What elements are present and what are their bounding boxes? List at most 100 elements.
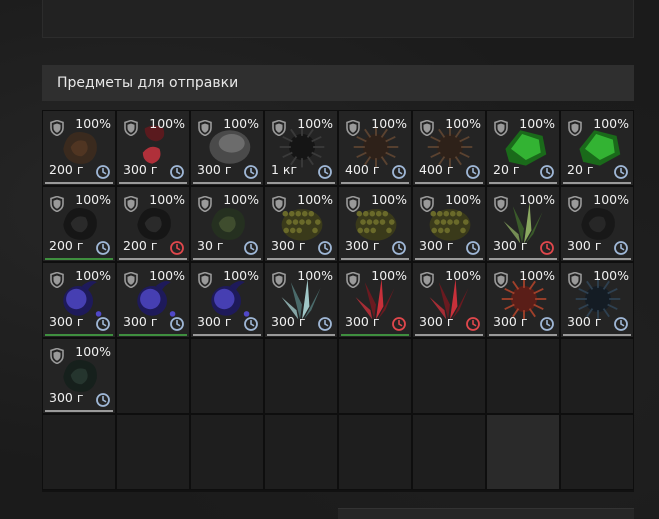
empty-slot[interactable]: [190, 338, 264, 414]
inventory-slot[interactable]: 100% 400 г: [338, 110, 412, 186]
slot-underline: [415, 258, 483, 260]
clock-icon: [318, 164, 332, 179]
inventory-slot[interactable]: 100% 300 г: [42, 338, 116, 414]
inventory-slot[interactable]: 100% 300 г: [486, 186, 560, 262]
condition-percent: 100%: [223, 116, 259, 131]
inventory-slot[interactable]: 100% 200 г: [42, 186, 116, 262]
empty-slot[interactable]: [264, 414, 338, 490]
item-weight: 200 г: [49, 238, 84, 253]
clock-warning-icon: [466, 316, 480, 331]
condition-percent: 100%: [445, 192, 481, 207]
item-weight: 300 г: [567, 238, 602, 253]
shield-icon: [346, 195, 360, 213]
empty-slot[interactable]: [486, 338, 560, 414]
clock-icon: [466, 240, 480, 255]
inventory-slot[interactable]: 100% 400 г: [412, 110, 486, 186]
shield-icon: [420, 271, 434, 289]
item-weight: 30 г: [197, 238, 224, 253]
inventory-slot[interactable]: 100% 30 г: [190, 186, 264, 262]
shield-icon: [50, 195, 64, 213]
empty-slot[interactable]: [338, 338, 412, 414]
item-weight: 300 г: [345, 314, 380, 329]
condition-percent: 100%: [297, 116, 333, 131]
shield-icon: [494, 119, 508, 137]
inventory-slot[interactable]: 100% 300 г: [264, 186, 338, 262]
clock-icon: [318, 316, 332, 331]
inventory-slot[interactable]: 100% 20 г: [560, 110, 634, 186]
shield-icon: [568, 119, 582, 137]
inventory-slot[interactable]: 100% 300 г: [116, 110, 190, 186]
condition-percent: 100%: [519, 192, 555, 207]
clock-icon: [244, 164, 258, 179]
slot-underline: [45, 182, 113, 184]
condition-percent: 100%: [75, 268, 111, 283]
empty-slot[interactable]: [264, 338, 338, 414]
inventory-slot[interactable]: 100% 300 г: [190, 110, 264, 186]
inventory-slot[interactable]: 100% 300 г: [338, 186, 412, 262]
shield-icon: [124, 195, 138, 213]
empty-slot[interactable]: [560, 338, 634, 414]
inventory-slot[interactable]: 100% 300 г: [190, 262, 264, 338]
clock-warning-icon: [392, 316, 406, 331]
inventory-slot[interactable]: 100% 300 г: [338, 262, 412, 338]
clock-icon: [96, 392, 110, 407]
inventory-slot[interactable]: 100% 200 г: [42, 110, 116, 186]
condition-percent: 100%: [445, 268, 481, 283]
inventory-slot[interactable]: 100% 20 г: [486, 110, 560, 186]
condition-percent: 100%: [297, 192, 333, 207]
shield-icon: [568, 271, 582, 289]
condition-percent: 100%: [371, 268, 407, 283]
inventory-slot[interactable]: 100% 300 г: [412, 186, 486, 262]
slot-underline: [415, 182, 483, 184]
slot-underline: [341, 334, 409, 336]
empty-slot[interactable]: [338, 414, 412, 490]
clock-icon: [244, 316, 258, 331]
item-weight: 1 кг: [271, 162, 298, 177]
clock-icon: [96, 164, 110, 179]
clock-icon: [540, 164, 554, 179]
shield-icon: [272, 195, 286, 213]
clock-icon: [170, 164, 184, 179]
inventory-slot[interactable]: 100% 1 кг: [264, 110, 338, 186]
condition-percent: 100%: [149, 192, 185, 207]
empty-slot[interactable]: [486, 414, 560, 490]
inventory-slot[interactable]: 100% 300 г: [42, 262, 116, 338]
condition-percent: 100%: [371, 192, 407, 207]
empty-slot[interactable]: [412, 414, 486, 490]
slot-underline: [489, 182, 557, 184]
inventory-slot[interactable]: 100% 300 г: [264, 262, 338, 338]
inventory-slot[interactable]: 100% 300 г: [560, 262, 634, 338]
inventory-slot[interactable]: 100% 300 г: [116, 262, 190, 338]
slot-underline: [119, 258, 187, 260]
empty-slot[interactable]: [412, 338, 486, 414]
condition-percent: 100%: [75, 192, 111, 207]
shield-icon: [272, 119, 286, 137]
slot-underline: [563, 334, 631, 336]
item-weight: 300 г: [49, 314, 84, 329]
condition-percent: 100%: [519, 268, 555, 283]
empty-slot[interactable]: [116, 338, 190, 414]
slot-underline: [489, 258, 557, 260]
clock-icon: [392, 164, 406, 179]
condition-percent: 100%: [519, 116, 555, 131]
empty-slot[interactable]: [116, 414, 190, 490]
empty-slot[interactable]: [560, 414, 634, 490]
clock-icon: [540, 316, 554, 331]
item-weight: 300 г: [493, 314, 528, 329]
empty-slot[interactable]: [190, 414, 264, 490]
inventory-slot[interactable]: 100% 300 г: [560, 186, 634, 262]
inventory-slot[interactable]: 100% 300 г: [412, 262, 486, 338]
clock-icon: [244, 240, 258, 255]
empty-slot[interactable]: [42, 414, 116, 490]
condition-percent: 100%: [223, 268, 259, 283]
inventory-slot[interactable]: 100% 200 г: [116, 186, 190, 262]
condition-percent: 100%: [593, 116, 629, 131]
item-weight: 20 г: [567, 162, 594, 177]
shield-icon: [346, 271, 360, 289]
inventory-slot[interactable]: 100% 300 г: [486, 262, 560, 338]
slot-underline: [45, 410, 113, 412]
item-weight: 300 г: [493, 238, 528, 253]
shield-icon: [50, 119, 64, 137]
slot-underline: [45, 334, 113, 336]
shield-icon: [568, 195, 582, 213]
